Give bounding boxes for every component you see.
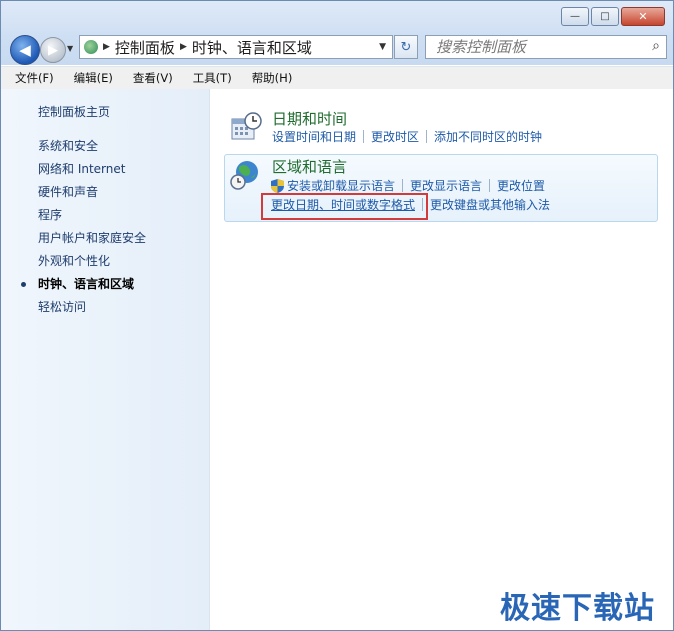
history-dropdown-icon[interactable]: ▼	[67, 44, 73, 53]
link-divider	[363, 130, 365, 143]
menu-bar: 文件(F) 编辑(E) 查看(V) 工具(T) 帮助(H)	[1, 66, 673, 90]
address-bar[interactable]: ▶ 控制面板 ▶ 时钟、语言和区域 ▼	[79, 35, 393, 59]
link-install-display-language[interactable]: 安装或卸载显示语言	[287, 177, 395, 194]
search-input[interactable]	[434, 37, 643, 57]
control-panel-window: — □ ✕ ◀ ▶ ▼ ▶ 控制面板 ▶ 时钟、语言和区域 ▼ ↻ ⌕ 文件(F…	[0, 0, 674, 631]
link-divider	[402, 179, 404, 192]
refresh-icon: ↻	[400, 39, 412, 55]
uac-shield-icon	[271, 178, 284, 193]
arrow-right-icon: ▶	[48, 42, 58, 58]
highlight-box	[261, 193, 428, 220]
link-add-clocks[interactable]: 添加不同时区的时钟	[434, 128, 542, 145]
sidebar-home-link[interactable]: 控制面板主页	[38, 103, 110, 120]
category-date-time: 日期和时间 设置时间和日期 更改时区 添加不同时区的时钟	[226, 107, 656, 147]
control-panel-icon	[84, 40, 98, 54]
maximize-icon: □	[600, 10, 610, 22]
link-set-time-date[interactable]: 设置时间和日期	[272, 128, 356, 145]
close-icon: ✕	[638, 10, 648, 23]
sidebar-item-user-accounts[interactable]: 用户帐户和家庭安全	[38, 227, 146, 250]
maximize-button[interactable]: □	[591, 7, 619, 26]
link-change-keyboard-input[interactable]: 更改键盘或其他输入法	[430, 196, 550, 213]
arrow-left-icon: ◀	[19, 41, 31, 59]
breadcrumb-control-panel[interactable]: 控制面板	[115, 37, 175, 58]
link-divider	[426, 130, 428, 143]
sidebar-item-label: 时钟、语言和区域	[38, 277, 135, 291]
category-title-region-language[interactable]: 区域和语言	[272, 156, 347, 177]
menu-help[interactable]: 帮助(H)	[248, 68, 297, 88]
minimize-button[interactable]: —	[561, 7, 589, 26]
title-bar: — □ ✕ ◀ ▶ ▼ ▶ 控制面板 ▶ 时钟、语言和区域 ▼ ↻ ⌕	[1, 1, 673, 65]
date-time-links: 设置时间和日期 更改时区 添加不同时区的时钟	[272, 128, 542, 145]
sidebar-item-system-security[interactable]: 系统和安全	[38, 135, 146, 158]
sidebar-item-network-internet[interactable]: 网络和 Internet	[38, 158, 146, 181]
link-change-display-language[interactable]: 更改显示语言	[410, 177, 482, 194]
address-dropdown-icon[interactable]: ▼	[379, 42, 386, 52]
menu-file[interactable]: 文件(F)	[11, 68, 58, 88]
search-icon[interactable]: ⌕	[652, 38, 660, 54]
sidebar-item-hardware-sound[interactable]: 硬件和声音	[38, 181, 146, 204]
watermark-text: 极速下载站	[500, 591, 655, 626]
refresh-button[interactable]: ↻	[394, 35, 418, 59]
menu-tools[interactable]: 工具(T)	[189, 68, 236, 88]
sidebar-item-appearance[interactable]: 外观和个性化	[38, 250, 146, 273]
globe-clock-icon[interactable]	[229, 159, 261, 191]
minimize-icon: —	[570, 10, 580, 22]
category-title-date-time[interactable]: 日期和时间	[272, 108, 347, 129]
sidebar-category-list: 系统和安全 网络和 Internet 硬件和声音 程序 用户帐户和家庭安全 外观…	[21, 135, 146, 319]
forward-button[interactable]: ▶	[40, 37, 66, 63]
link-change-timezone[interactable]: 更改时区	[371, 128, 419, 145]
sidebar: 控制面板主页 系统和安全 网络和 Internet 硬件和声音 程序 用户帐户和…	[1, 89, 210, 630]
link-change-location[interactable]: 更改位置	[497, 177, 545, 194]
calendar-clock-icon[interactable]	[230, 111, 262, 143]
menu-view[interactable]: 查看(V)	[129, 68, 177, 88]
active-bullet-icon	[21, 282, 26, 287]
sidebar-item-clock-language-region[interactable]: 时钟、语言和区域	[21, 273, 146, 296]
breadcrumb-separator-icon[interactable]: ▶	[103, 42, 110, 52]
link-divider	[489, 179, 491, 192]
menu-edit[interactable]: 编辑(E)	[70, 68, 117, 88]
region-language-links-row1: 安装或卸载显示语言 更改显示语言 更改位置	[271, 177, 545, 194]
back-button[interactable]: ◀	[10, 35, 40, 65]
close-button[interactable]: ✕	[621, 7, 665, 26]
main-content: 日期和时间 设置时间和日期 更改时区 添加不同时区的时钟 区域和语言 安装或卸载…	[210, 89, 673, 630]
sidebar-item-programs[interactable]: 程序	[38, 204, 146, 227]
sidebar-item-ease-of-access[interactable]: 轻松访问	[38, 296, 146, 319]
breadcrumb-clock-language-region[interactable]: 时钟、语言和区域	[192, 37, 312, 58]
search-box[interactable]: ⌕	[425, 35, 667, 59]
caption-buttons: — □ ✕	[559, 7, 665, 26]
breadcrumb-separator-icon[interactable]: ▶	[180, 42, 187, 52]
